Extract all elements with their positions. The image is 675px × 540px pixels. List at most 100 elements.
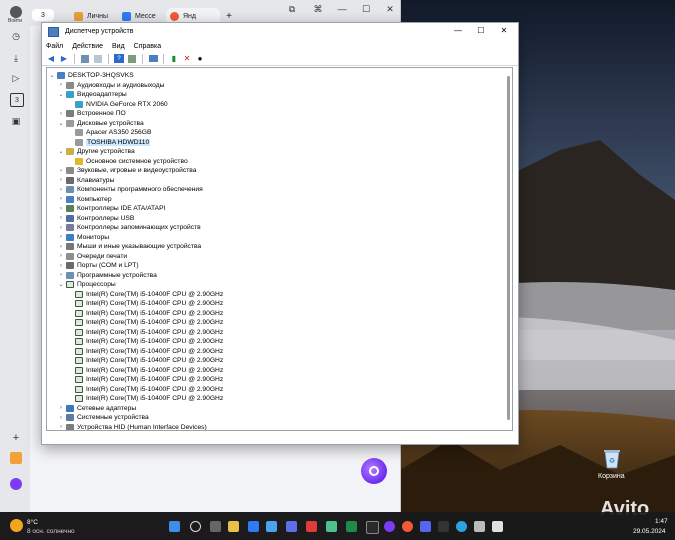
tree-node[interactable]: › Аудиовходы и аудиовыходы (47, 81, 164, 91)
tree-node[interactable]: Intel(R) Core(TM) i5-10400F CPU @ 2.90GH… (47, 290, 223, 300)
tree-node[interactable]: › Порты (COM и LPT) (47, 261, 139, 271)
tab-counter[interactable]: 3 (32, 9, 54, 21)
alice-taskbar-icon[interactable] (384, 521, 395, 532)
tree-node[interactable]: › Звуковые, игровые и видеоустройства (47, 166, 196, 176)
tree-node[interactable]: Intel(R) Core(TM) i5-10400F CPU @ 2.90GH… (47, 347, 223, 357)
tree-node[interactable]: › Сетевые адаптеры (47, 404, 136, 414)
tree-node[interactable]: Intel(R) Core(TM) i5-10400F CPU @ 2.90GH… (47, 299, 223, 309)
close-icon[interactable]: ✕ (384, 4, 396, 15)
resource-view-icon[interactable] (127, 54, 137, 63)
file-explorer-icon[interactable] (228, 521, 239, 532)
expand-chevron-icon[interactable]: › (58, 263, 64, 269)
expand-chevron-icon[interactable]: › (58, 272, 64, 278)
update-driver-icon[interactable]: ▮ (169, 54, 179, 63)
login-label[interactable]: Войти (8, 18, 22, 24)
weather-description[interactable]: 8 осн. солнечно (27, 528, 75, 535)
add-panel-icon[interactable]: + (10, 432, 22, 444)
tree-node[interactable]: › Очереди печати (47, 252, 127, 262)
menu-action[interactable]: Действие (72, 43, 103, 50)
weather-temperature[interactable]: 8°C (27, 519, 38, 526)
expand-chevron-icon[interactable]: › (58, 234, 64, 240)
collapse-chevron-icon[interactable]: ⌄ (49, 72, 55, 79)
tree-node[interactable]: › Встроенное ПО (47, 109, 126, 119)
history-icon[interactable]: ◷ (10, 30, 22, 42)
expand-chevron-icon[interactable]: › (58, 424, 64, 430)
tree-node[interactable]: TOSHIBA HDWD110 (47, 138, 151, 148)
scan-hardware-icon[interactable] (148, 54, 158, 63)
settings-taskbar-icon[interactable] (492, 521, 503, 532)
tree-node[interactable]: Intel(R) Core(TM) i5-10400F CPU @ 2.90GH… (47, 356, 223, 366)
expand-chevron-icon[interactable]: › (58, 111, 64, 117)
scrollbar-thumb[interactable] (507, 76, 510, 420)
expand-chevron-icon[interactable]: › (58, 244, 64, 250)
video-icon[interactable]: ▷ (10, 72, 22, 84)
yandex-music-icon[interactable] (306, 521, 317, 532)
tree-node[interactable]: ⌄ DESKTOP-3HQSVKS (47, 71, 134, 81)
tree-node[interactable]: › Мыши и иные указывающие устройства (47, 242, 201, 252)
device-manager-taskbar-icon[interactable] (474, 521, 485, 532)
downloads-icon[interactable]: ⤓ (10, 52, 22, 64)
tree-node[interactable]: Intel(R) Core(TM) i5-10400F CPU @ 2.90GH… (47, 318, 223, 328)
collapse-chevron-icon[interactable]: ⌄ (58, 91, 64, 98)
discord-taskbar-icon[interactable] (420, 521, 431, 532)
tree-node[interactable]: › Компьютер (47, 195, 112, 205)
tab-manager-icon[interactable]: ⧉ (286, 4, 298, 15)
edge-icon[interactable] (248, 521, 259, 532)
tree-node[interactable]: › Устройства HID (Human Interface Devices… (47, 423, 207, 430)
sheets-icon[interactable] (346, 521, 357, 532)
tree-node[interactable]: Intel(R) Core(TM) i5-10400F CPU @ 2.90GH… (47, 309, 223, 319)
tree-node[interactable]: › Системные устройства (47, 413, 149, 423)
bookmark-icon[interactable]: ⌘ (312, 4, 324, 15)
start-button-icon[interactable] (169, 521, 180, 532)
expand-chevron-icon[interactable]: › (58, 206, 64, 212)
expand-chevron-icon[interactable]: › (58, 215, 64, 221)
tree-node[interactable]: Основное системное устройство (47, 157, 188, 167)
messenger-icon[interactable] (266, 521, 277, 532)
expand-chevron-icon[interactable]: › (58, 253, 64, 259)
menu-view[interactable]: Вид (112, 43, 125, 50)
help-icon[interactable]: ? (114, 54, 124, 63)
expand-chevron-icon[interactable]: › (58, 405, 64, 411)
epic-icon[interactable] (366, 521, 379, 534)
list-view-icon[interactable] (93, 54, 103, 63)
tree-node[interactable]: ⌄ Другие устройства (47, 147, 135, 157)
sidebar-badge[interactable]: 3 (10, 93, 24, 107)
zen-icon[interactable] (10, 452, 22, 464)
collections-icon[interactable]: ▣ (10, 115, 22, 127)
tree-node[interactable]: › Контроллеры запоминающих устройств (47, 223, 201, 233)
tree-node[interactable]: ⌄ Дисковые устройства (47, 119, 144, 129)
collapse-chevron-icon[interactable]: ⌄ (58, 148, 64, 155)
properties-icon[interactable] (80, 54, 90, 63)
expand-chevron-icon[interactable]: › (58, 82, 64, 88)
tree-node[interactable]: ⌄ Процессоры (47, 280, 116, 290)
collapse-chevron-icon[interactable]: ⌄ (58, 120, 64, 127)
telegram-icon[interactable] (456, 521, 467, 532)
menu-help[interactable]: Справка (134, 43, 161, 50)
tree-node[interactable]: › Программные устройства (47, 271, 157, 281)
maximize-icon[interactable]: ☐ (360, 4, 372, 15)
expand-chevron-icon[interactable]: › (58, 225, 64, 231)
expand-chevron-icon[interactable]: › (58, 177, 64, 183)
menu-file[interactable]: Файл (46, 43, 63, 50)
expand-chevron-icon[interactable]: › (58, 415, 64, 421)
back-arrow-icon[interactable]: ◀ (46, 54, 56, 63)
task-view-icon[interactable] (210, 521, 221, 532)
tree-node[interactable]: Intel(R) Core(TM) i5-10400F CPU @ 2.90GH… (47, 375, 223, 385)
vertical-scrollbar[interactable] (504, 68, 512, 430)
clock-date[interactable]: 29.05.2024 (633, 528, 666, 535)
expand-chevron-icon[interactable]: › (58, 196, 64, 202)
collapse-chevron-icon[interactable]: ⌄ (58, 281, 64, 288)
tree-node[interactable]: › Мониторы (47, 233, 109, 243)
search-icon[interactable] (190, 521, 201, 532)
steam-icon[interactable] (326, 521, 337, 532)
tree-node[interactable]: Intel(R) Core(TM) i5-10400F CPU @ 2.90GH… (47, 337, 223, 347)
tree-node[interactable]: Apacer AS350 256GB (47, 128, 151, 138)
close-button[interactable]: ✕ (493, 25, 515, 37)
tree-node[interactable]: › Клавиатуры (47, 176, 114, 186)
disable-device-icon[interactable]: ● (195, 54, 205, 63)
tree-node[interactable]: NVIDIA GeForce RTX 2060 (47, 100, 168, 110)
recycle-bin-icon[interactable]: ♻ (600, 447, 624, 469)
expand-chevron-icon[interactable]: › (58, 187, 64, 193)
tree-node[interactable]: Intel(R) Core(TM) i5-10400F CPU @ 2.90GH… (47, 328, 223, 338)
alice-small-icon[interactable] (10, 478, 22, 490)
